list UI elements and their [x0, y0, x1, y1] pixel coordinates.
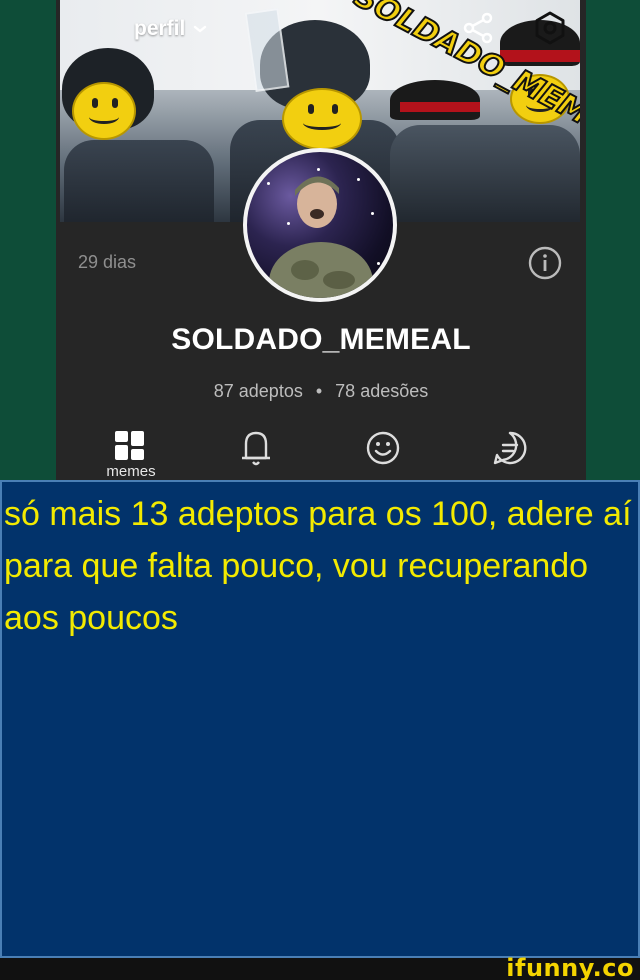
caption-text: só mais 13 adeptos para os 100, adere aí…: [4, 495, 632, 637]
smiley-icon: [366, 431, 400, 465]
share-icon[interactable]: [460, 10, 496, 46]
stats-separator: •: [315, 381, 323, 401]
ifunny-watermark: ifunny.co: [506, 954, 634, 980]
tab-smiles[interactable]: [353, 428, 413, 468]
bell-icon: [242, 431, 270, 466]
right-background: [586, 0, 640, 480]
subscriptions-count[interactable]: 78 adesões: [335, 381, 428, 401]
tab-memes-label: memes: [106, 463, 156, 480]
tab-comments[interactable]: [480, 428, 540, 468]
chat-icon: [493, 431, 527, 465]
profile-menu-button[interactable]: perfil: [134, 17, 207, 41]
profile-screenshot: SOLDADO_MEMEAL perfil 29 dias SOLDADO_ME…: [0, 0, 640, 480]
username: SOLDADO_MEMEAL: [171, 323, 471, 356]
profile-menu-label: perfil: [134, 17, 186, 40]
grid-icon: [115, 431, 144, 460]
avatar[interactable]: [243, 148, 397, 302]
settings-icon[interactable]: [532, 10, 568, 46]
left-background: [0, 0, 56, 480]
account-age: 29 dias: [78, 252, 137, 272]
info-icon[interactable]: [527, 245, 563, 281]
profile-stats: 87 adeptos • 78 adesões: [56, 381, 586, 402]
tab-memes[interactable]: [100, 428, 160, 468]
followers-count[interactable]: 87 adeptos: [214, 381, 303, 401]
caption-box: só mais 13 adeptos para os 100, adere aí…: [0, 480, 640, 958]
chevron-down-icon: [193, 21, 207, 37]
tab-notifications[interactable]: [226, 428, 286, 468]
